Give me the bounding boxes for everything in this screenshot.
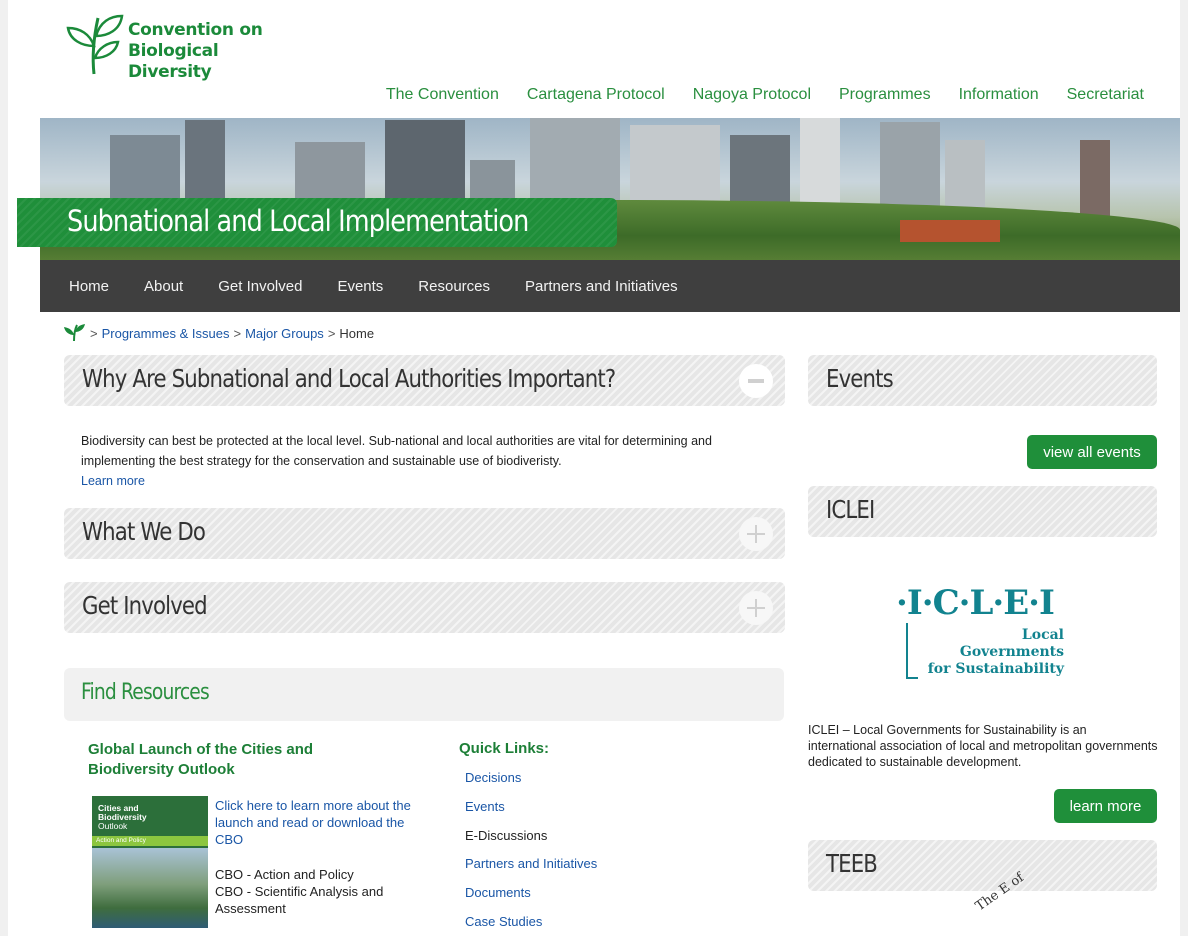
logo-line-1: Convention on xyxy=(128,20,263,40)
cbo-cover-image[interactable]: Cities and Biodiversity Outlook Action a… xyxy=(92,796,208,928)
events-header: Events xyxy=(808,355,1157,406)
logo-text: Convention on Biological Diversity xyxy=(128,20,304,83)
quick-link-case-studies[interactable]: Case Studies xyxy=(465,914,597,936)
topnav-information[interactable]: Information xyxy=(959,86,1039,104)
expand-icon[interactable] xyxy=(739,517,773,551)
subnav-home[interactable]: Home xyxy=(69,278,109,295)
intro-text-block: Biodiversity can best be protected at th… xyxy=(81,431,781,491)
subnav-resources[interactable]: Resources xyxy=(418,278,490,295)
collapse-icon[interactable] xyxy=(739,364,773,398)
learn-more-button[interactable]: learn more xyxy=(1054,789,1157,823)
iclei-logo-rule xyxy=(906,623,908,679)
breadcrumb-separator: > xyxy=(233,325,242,341)
iclei-logo-line: Governments xyxy=(959,644,1064,660)
cbo-cover-strip: Action and Policy xyxy=(92,836,208,846)
top-nav: The Convention Cartagena Protocol Nagoya… xyxy=(386,86,1144,104)
breadcrumb-major-groups[interactable]: Major Groups xyxy=(245,326,324,341)
iclei-logo-rule xyxy=(906,677,918,679)
subnav-partners-initiatives[interactable]: Partners and Initiatives xyxy=(525,278,678,295)
accordion-get-involved[interactable]: Get Involved xyxy=(64,582,785,633)
cbo-items: CBO - Action and Policy CBO - Scientific… xyxy=(215,866,405,917)
accordion-title: Why Are Subnational and Local Authoritie… xyxy=(82,364,616,393)
topnav-secretariat[interactable]: Secretariat xyxy=(1067,86,1144,104)
breadcrumb-current: Home xyxy=(339,325,375,341)
breadcrumb-separator: > xyxy=(90,325,98,341)
cbd-logo[interactable]: Convention on Biological Diversity xyxy=(64,6,304,82)
leaf-logo-icon xyxy=(66,14,124,75)
expand-icon[interactable] xyxy=(739,591,773,625)
teeb-header: TEEB xyxy=(808,840,1157,891)
iclei-logo-subtitle: Local Governments for Sustainability xyxy=(928,627,1064,678)
breadcrumb: > Programmes & Issues > Major Groups > H… xyxy=(64,324,374,342)
learn-more-link[interactable]: Learn more xyxy=(81,471,781,491)
iclei-header: ICLEI xyxy=(808,486,1157,537)
quick-link-decisions[interactable]: Decisions xyxy=(465,770,597,799)
logo-line-2: Biological Diversity xyxy=(128,41,219,82)
cbo-launch-title: Global Launch of the Cities and Biodiver… xyxy=(88,741,314,778)
cbo-scientific-analysis[interactable]: CBO - Scientific Analysis and Assessment xyxy=(215,883,405,917)
banner-title-ribbon: Subnational and Local Implementation xyxy=(17,198,617,247)
leaf-home-icon[interactable] xyxy=(64,324,86,342)
topnav-nagoya-protocol[interactable]: Nagoya Protocol xyxy=(693,86,811,104)
topnav-programmes[interactable]: Programmes xyxy=(839,86,931,104)
cbo-cover-photo xyxy=(92,848,208,928)
subnav-get-involved[interactable]: Get Involved xyxy=(218,278,302,295)
iclei-logo[interactable]: ·I·C·L·E·I Local Governments for Sustain… xyxy=(896,583,1076,683)
page: Convention on Biological Diversity The C… xyxy=(8,0,1180,936)
cbo-cover-line: Outlook xyxy=(98,821,128,831)
subnav-about[interactable]: About xyxy=(144,278,183,295)
iclei-logo-letters: ·I·C·L·E·I xyxy=(896,583,1055,623)
teeb-title: TEEB xyxy=(826,849,878,878)
view-all-events-button[interactable]: view all events xyxy=(1027,435,1157,469)
iclei-logo-line: for Sustainability xyxy=(927,661,1064,677)
quick-links-list: Decisions Events E-Discussions Partners … xyxy=(465,770,597,936)
cbo-cover-subtitle: Action and Policy xyxy=(96,837,146,844)
subnav-events[interactable]: Events xyxy=(337,278,383,295)
find-resources-title: Find Resources xyxy=(81,680,210,705)
accordion-title: Get Involved xyxy=(82,591,208,620)
quick-link-documents[interactable]: Documents xyxy=(465,885,597,914)
banner-title: Subnational and Local Implementation xyxy=(67,204,529,238)
cbo-launch-link[interactable]: Click here to learn more about the launc… xyxy=(215,797,425,848)
quick-link-events[interactable]: Events xyxy=(465,799,597,828)
find-resources-header: Find Resources xyxy=(64,668,784,721)
iclei-description: ICLEI – Local Governments for Sustainabi… xyxy=(808,723,1158,769)
section-nav: Home About Get Involved Events Resources… xyxy=(40,260,1180,312)
topnav-the-convention[interactable]: The Convention xyxy=(386,86,499,104)
topnav-cartagena-protocol[interactable]: Cartagena Protocol xyxy=(527,86,665,104)
quick-links-title: Quick Links: xyxy=(459,740,550,757)
events-title: Events xyxy=(826,364,894,393)
iclei-title: ICLEI xyxy=(826,495,875,524)
accordion-what-we-do[interactable]: What We Do xyxy=(64,508,785,559)
accordion-title: What We Do xyxy=(82,517,206,546)
breadcrumb-programmes[interactable]: Programmes & Issues xyxy=(102,326,230,341)
intro-text: Biodiversity can best be protected at th… xyxy=(81,434,712,468)
quick-link-e-discussions[interactable]: E-Discussions xyxy=(465,828,597,857)
cbo-cover-text: Cities and Biodiversity Outlook xyxy=(98,804,147,831)
accordion-why-important[interactable]: Why Are Subnational and Local Authoritie… xyxy=(64,355,785,406)
breadcrumb-separator: > xyxy=(327,325,336,341)
cbo-action-policy[interactable]: CBO - Action and Policy xyxy=(215,866,405,883)
iclei-logo-line: Local xyxy=(1021,627,1064,643)
quick-link-partners[interactable]: Partners and Initiatives xyxy=(465,856,597,885)
